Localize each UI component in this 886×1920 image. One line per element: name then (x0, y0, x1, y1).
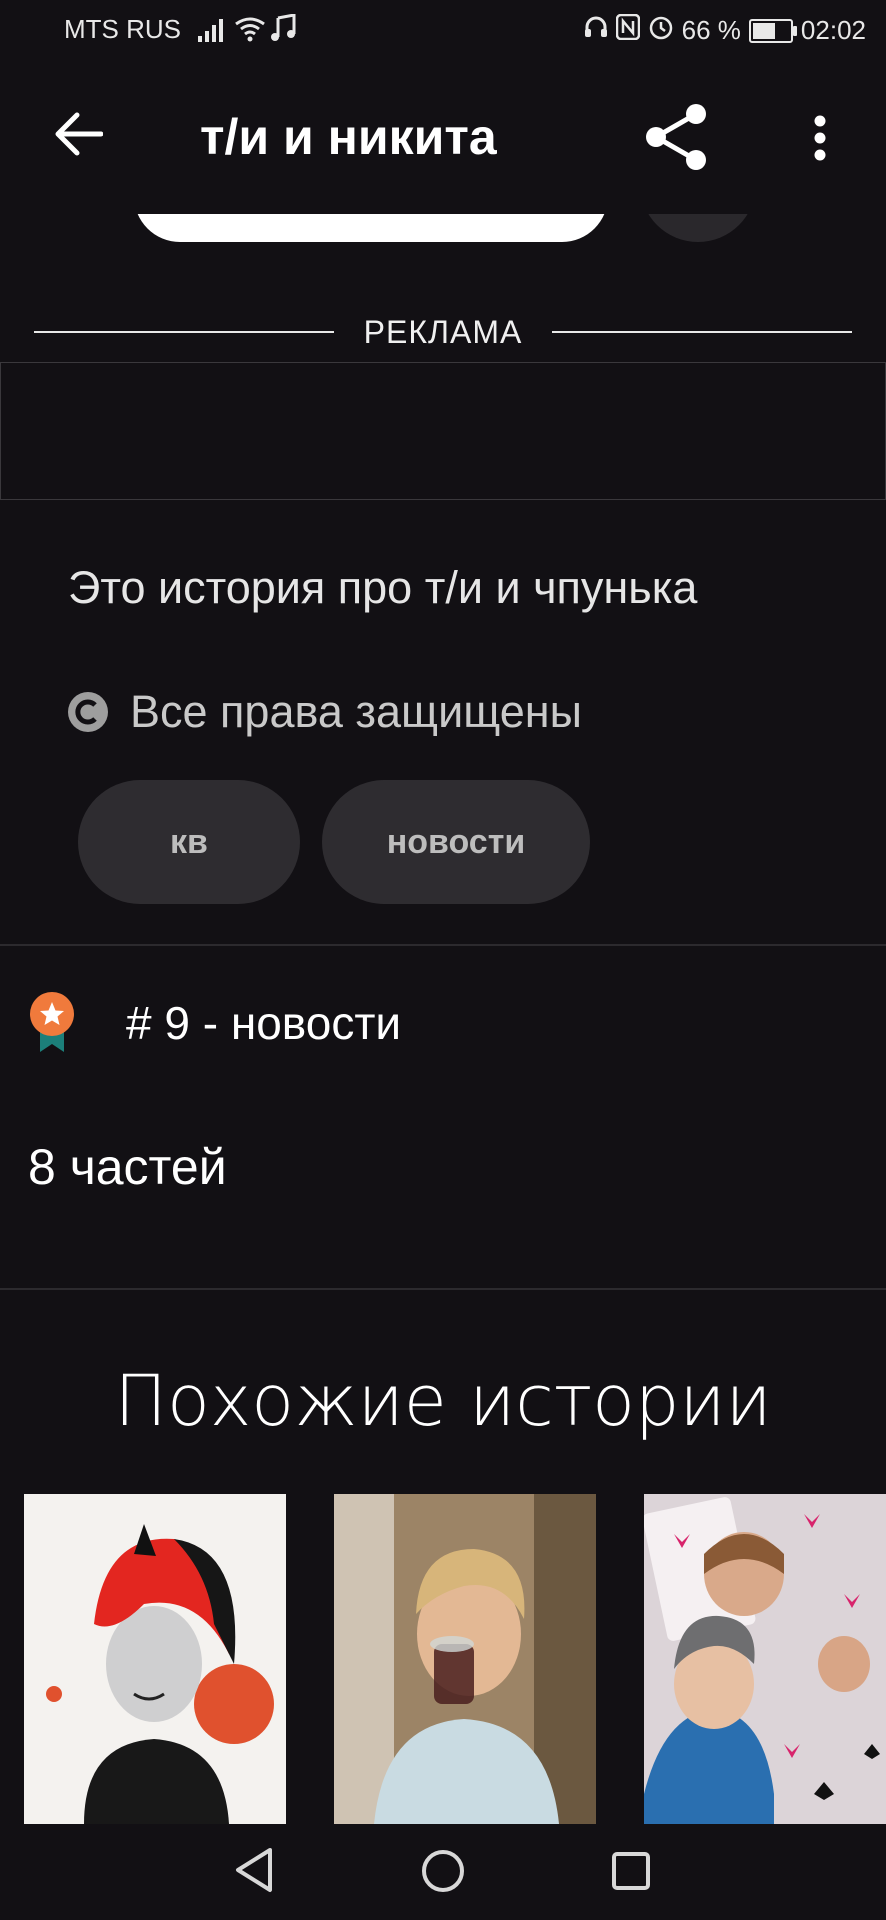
more-options-button[interactable] (800, 108, 840, 168)
status-bar: MTS RUS 66 % 02:02 (0, 0, 886, 62)
collage-image (644, 1494, 886, 1824)
similar-story-cover-2[interactable] (334, 1494, 596, 1824)
copyright-row: Все права защищены (66, 686, 582, 738)
ad-divider-right (552, 331, 852, 333)
divider (0, 1288, 886, 1290)
square-recents-icon (612, 1852, 650, 1890)
wifi-icon (234, 16, 266, 47)
rank-badge-icon (28, 990, 78, 1059)
carrier-label: MTS RUS (64, 14, 181, 44)
similar-story-cover-1[interactable] (24, 1494, 286, 1824)
arrow-left-icon (55, 112, 103, 156)
similar-story-cover-3[interactable] (644, 1494, 886, 1824)
more-vertical-icon (814, 115, 826, 161)
circle-home-icon (422, 1850, 464, 1892)
illustration-image (46, 1524, 274, 1824)
nav-home-button[interactable] (420, 1848, 466, 1899)
ad-banner[interactable] (0, 362, 886, 500)
story-description: Это история про т/и и чпунька (68, 562, 698, 613)
copyright-text: Все права защищены (130, 686, 582, 737)
similar-stories-heading: Похожие истории (114, 1360, 772, 1442)
signal-icon (198, 18, 226, 47)
photo-image (334, 1494, 596, 1824)
tag-kv[interactable]: кв (78, 780, 300, 904)
share-button[interactable] (636, 98, 716, 176)
parts-count[interactable]: 8 частей (28, 1138, 227, 1196)
back-button[interactable] (48, 104, 108, 164)
alarm-icon (648, 14, 674, 47)
share-icon (646, 104, 706, 170)
music-icon (270, 13, 296, 47)
nav-back-button[interactable] (232, 1846, 276, 1899)
divider (0, 944, 886, 946)
nfc-icon (615, 13, 640, 47)
battery-percent: 66 % (681, 15, 741, 45)
rank-text[interactable]: # 9 - новости (126, 996, 401, 1050)
page-title: т/и и никита (200, 109, 497, 165)
copyright-icon (68, 692, 108, 732)
clock: 02:02 (800, 15, 866, 45)
battery-icon (748, 18, 797, 43)
triangle-back-icon (236, 1848, 272, 1892)
tag-label: новости (386, 822, 526, 861)
tag-novosti[interactable]: новости (322, 780, 590, 904)
headphones-icon (584, 15, 608, 46)
system-nav-bar (0, 1824, 886, 1920)
tag-label: кв (170, 822, 208, 861)
status-right-cluster: 66 % 02:02 (584, 13, 866, 47)
nav-recents-button[interactable] (610, 1850, 652, 1897)
